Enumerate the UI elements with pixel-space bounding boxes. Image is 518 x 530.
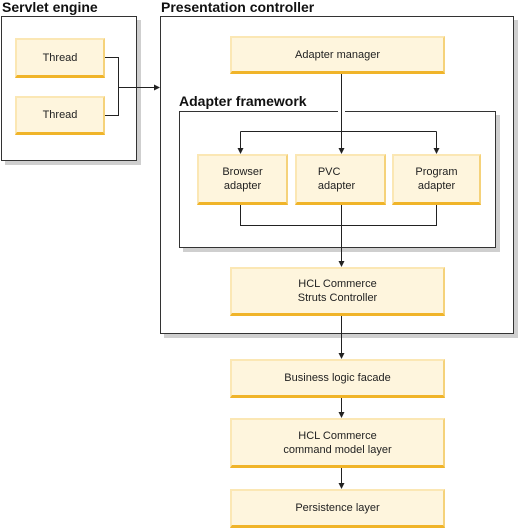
node-label: Thread (42, 51, 78, 64)
node-label: Thread (42, 109, 78, 121)
persistence-layer-node: Persistence layer (230, 489, 445, 528)
browser-adapter-node: Browser adapter (197, 154, 288, 205)
node-label: Business logic facade (284, 372, 391, 384)
adapter-manager-node: Adapter manager (230, 36, 445, 74)
pvc-adapter-node: PVC adapter (295, 154, 386, 205)
edge-thread2 (104, 87, 119, 116)
node-label: Browser adapter (222, 166, 263, 192)
edge-browser-merge (240, 204, 437, 226)
node-label: Program adapter (415, 166, 458, 192)
business-logic-facade-node: Business logic facade (230, 359, 445, 398)
program-adapter-node: Program adapter (392, 154, 481, 205)
struts-controller-node: HCL Commerce Struts Controller (230, 267, 445, 316)
edge-thread1 (104, 57, 119, 88)
thread-node-1: Thread (15, 38, 105, 78)
node-label: HCL Commerce command model layer (283, 429, 392, 456)
node-label: HCL Commerce Struts Controller (297, 278, 378, 304)
node-label: Persistence layer (295, 502, 380, 514)
node-label: PVC adapter (317, 166, 356, 192)
command-model-layer-node: HCL Commerce command model layer (230, 418, 445, 468)
thread-node-2: Thread (15, 96, 105, 135)
node-label: Adapter manager (295, 48, 380, 61)
